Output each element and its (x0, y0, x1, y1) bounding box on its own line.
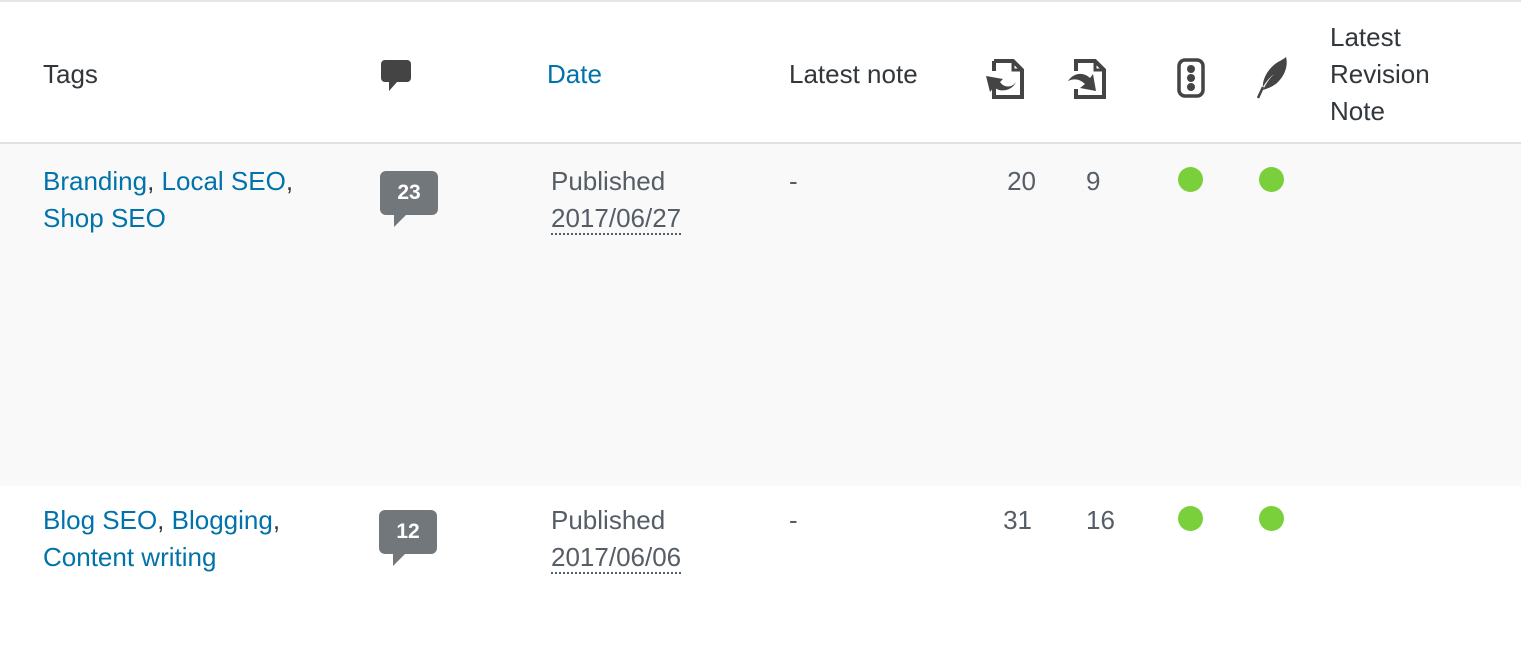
outbound-links-count: 9 (1086, 166, 1101, 196)
table-row: Branding, Local SEO, Shop SEO 23 Publish… (0, 144, 1521, 486)
post-status: Published (551, 166, 666, 196)
post-status: Published (551, 505, 666, 535)
tag-link[interactable]: Content writing (43, 542, 216, 572)
tag-link[interactable]: Blog SEO (43, 505, 157, 535)
comment-count-badge[interactable]: 23 (380, 171, 438, 227)
readability-score-good-indicator (1259, 506, 1284, 531)
table-row: Blog SEO, Blogging, Content writing 12 P… (0, 486, 1521, 668)
date-cell: Published 2017/06/06 (551, 502, 682, 576)
column-header-date[interactable]: Date (547, 56, 602, 93)
latest-revision-note-line2: Revision (1330, 59, 1430, 89)
seo-score-good-indicator (1178, 167, 1203, 192)
latest-revision-note-line1: Latest (1330, 22, 1401, 52)
feather-icon (1256, 56, 1290, 107)
comment-count-badge[interactable]: 12 (379, 510, 437, 566)
latest-note-cell: - (789, 166, 798, 196)
table-header: Tags Date Latest note Latest Revision No… (0, 0, 1521, 144)
outbound-links-count: 16 (1086, 505, 1115, 535)
latest-revision-note-line3: Note (1330, 96, 1385, 126)
tag-link[interactable]: Blogging (172, 505, 273, 535)
tags-cell: Branding, Local SEO, Shop SEO (43, 166, 294, 233)
document-outbound-arrow-icon (1066, 58, 1108, 107)
post-date: 2017/06/27 (551, 203, 682, 235)
column-header-latest-revision-note: Latest Revision Note (1330, 19, 1430, 130)
tag-link[interactable]: Shop SEO (43, 203, 166, 233)
inbound-links-count: 31 (1003, 505, 1032, 535)
inbound-links-count: 20 (1007, 166, 1036, 196)
tag-link[interactable]: Local SEO (162, 166, 286, 196)
column-header-tags: Tags (43, 59, 98, 89)
traffic-light-icon (1177, 58, 1205, 105)
seo-score-good-indicator (1178, 506, 1203, 531)
readability-score-good-indicator (1259, 167, 1284, 192)
document-inbound-arrow-icon (984, 58, 1026, 107)
latest-note-cell: - (789, 505, 798, 535)
tags-cell: Blog SEO, Blogging, Content writing (43, 505, 281, 572)
tag-link[interactable]: Branding (43, 166, 147, 196)
column-header-latest-note: Latest note (789, 59, 918, 89)
comment-bubble-icon[interactable] (381, 60, 411, 99)
post-date: 2017/06/06 (551, 542, 682, 574)
date-cell: Published 2017/06/27 (551, 163, 682, 237)
